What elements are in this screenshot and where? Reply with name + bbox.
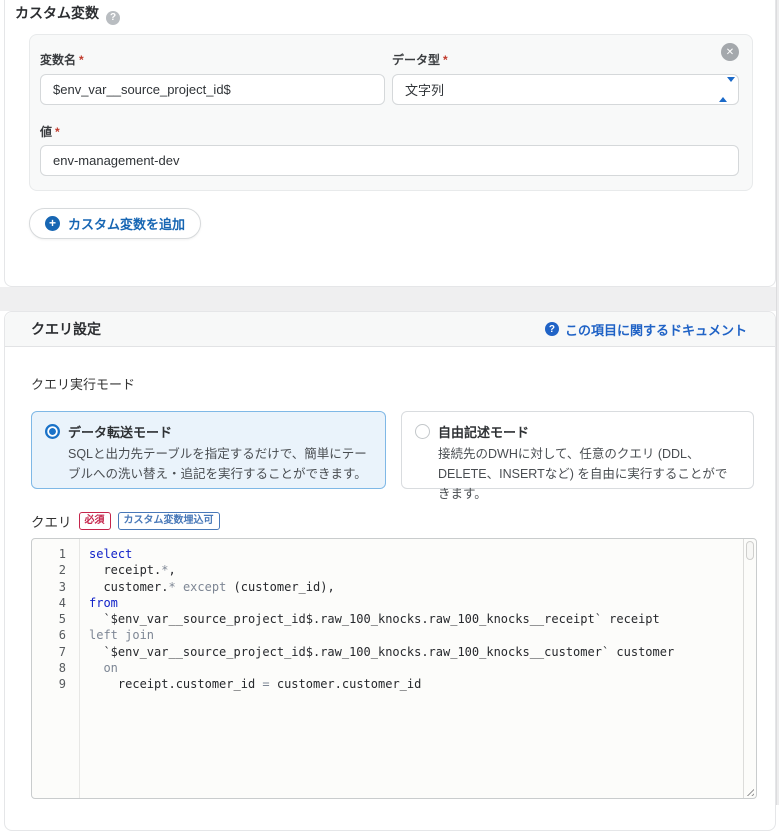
code-line: select bbox=[89, 547, 133, 561]
editor-scrollbar-thumb[interactable] bbox=[746, 541, 754, 560]
variable-name-label: 変数名 * bbox=[40, 53, 84, 67]
line-number: 1 bbox=[58, 547, 66, 561]
radio-unselected-icon[interactable] bbox=[415, 424, 430, 439]
documentation-link[interactable]: ? この項目に関するドキュメント bbox=[544, 320, 747, 339]
query-label: クエリ bbox=[31, 515, 72, 530]
query-settings-panel: クエリ設定 ? この項目に関するドキュメント クエリ実行モード データ転送モード… bbox=[4, 311, 776, 831]
mode-title: 自由記述モード bbox=[438, 425, 530, 440]
line-number: 6 bbox=[58, 628, 66, 643]
editor-scrollbar[interactable] bbox=[743, 539, 756, 798]
mode-description: 接続先のDWHに対して、任意のクエリ (DDL、DELETE、INSERTなど)… bbox=[438, 447, 728, 501]
custom-variable-allowed-badge: カスタム変数埋込可 bbox=[117, 512, 220, 530]
code-lines[interactable]: select receipt.*, customer.* except (cus… bbox=[81, 539, 743, 798]
required-asterisk: * bbox=[443, 53, 448, 67]
custom-variables-title: カスタム変数 bbox=[15, 5, 99, 21]
line-number: 3 bbox=[58, 579, 66, 594]
custom-variables-panel: カスタム変数? ✕ 変数名* データ型* 文字列 値* + カスタム変数を追加 bbox=[4, 0, 776, 287]
close-icon[interactable]: ✕ bbox=[721, 43, 739, 61]
mode-title: データ転送モード bbox=[68, 425, 173, 440]
resize-grip-icon[interactable] bbox=[744, 786, 754, 796]
add-custom-variable-label: カスタム変数を追加 bbox=[68, 217, 186, 232]
required-asterisk: * bbox=[79, 53, 84, 67]
required-badge: 必須 bbox=[78, 512, 111, 530]
code-line: from bbox=[89, 595, 118, 610]
mode-option-data-transfer[interactable]: データ転送モード SQLと出力先テーブルを指定するだけで、簡単にテーブルへの洗い… bbox=[31, 411, 386, 489]
line-number: 9 bbox=[58, 677, 66, 692]
radio-selected-icon[interactable] bbox=[45, 424, 60, 439]
data-type-label: データ型 * bbox=[392, 53, 448, 67]
line-number: 4 bbox=[58, 595, 66, 610]
documentation-link-label: この項目に関するドキュメント bbox=[564, 322, 747, 338]
required-asterisk: * bbox=[55, 125, 60, 139]
query-exec-mode-label: クエリ実行モード bbox=[31, 377, 136, 392]
page-background-gap bbox=[0, 287, 779, 311]
query-settings-title: クエリ設定 bbox=[31, 321, 101, 337]
custom-variable-card: ✕ 変数名* データ型* 文字列 値* bbox=[29, 34, 753, 191]
code-line: `$env_var__source_project_id$.raw_100_kn… bbox=[89, 612, 660, 627]
help-icon[interactable]: ? bbox=[106, 10, 120, 25]
value-input[interactable] bbox=[40, 145, 739, 176]
code-line: on bbox=[89, 661, 118, 676]
add-custom-variable-button[interactable]: + カスタム変数を追加 bbox=[29, 208, 202, 239]
line-number: 2 bbox=[58, 563, 66, 578]
select-arrows-icon bbox=[719, 77, 735, 102]
mode-option-free-form[interactable]: 自由記述モード 接続先のDWHに対して、任意のクエリ (DDL、DELETE、I… bbox=[401, 411, 754, 501]
code-gutter: 1 234 567 89 bbox=[32, 539, 80, 798]
mode-description: SQLと出力先テーブルを指定するだけで、簡単にテーブルへの洗い替え・追記を実行す… bbox=[68, 447, 367, 481]
query-settings-header: クエリ設定 ? この項目に関するドキュメント bbox=[5, 312, 775, 347]
data-type-select[interactable]: 文字列 bbox=[392, 74, 739, 105]
code-line: `$env_var__source_project_id$.raw_100_kn… bbox=[89, 644, 675, 659]
line-number: 8 bbox=[58, 661, 66, 676]
line-number: 5 bbox=[58, 612, 66, 627]
value-label: 値 * bbox=[40, 125, 60, 139]
question-circle-icon: ? bbox=[544, 322, 559, 336]
code-line: left join bbox=[89, 628, 155, 643]
sql-query-editor[interactable]: 1 234 567 89 select receipt.*, customer.* e… bbox=[31, 538, 757, 799]
variable-name-input[interactable] bbox=[40, 74, 385, 105]
code-line: customer.* except (customer_id), bbox=[89, 579, 335, 594]
line-number: 7 bbox=[58, 644, 66, 659]
code-line: receipt.customer_id = customer.customer_… bbox=[89, 677, 422, 692]
data-type-selected-value: 文字列 bbox=[405, 83, 445, 98]
code-line: receipt.*, bbox=[89, 563, 176, 578]
plus-icon: + bbox=[45, 216, 60, 231]
